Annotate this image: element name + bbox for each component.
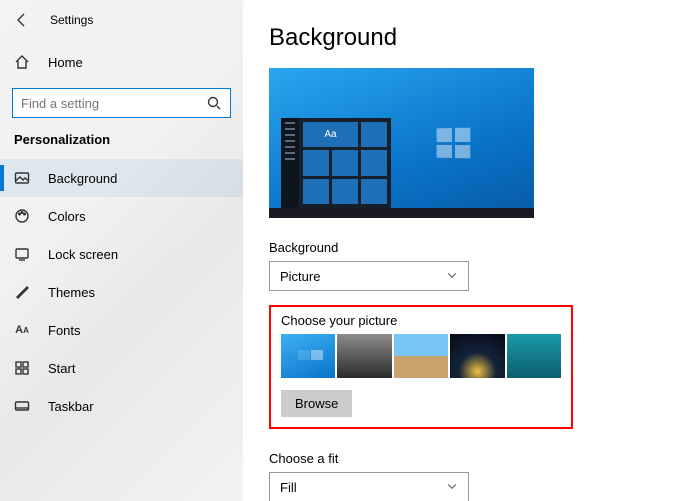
home-nav[interactable]: Home xyxy=(0,44,243,80)
section-label: Personalization xyxy=(0,128,243,159)
picture-thumb-1[interactable] xyxy=(281,334,335,378)
dropdown-value: Picture xyxy=(280,269,320,284)
app-title: Settings xyxy=(50,13,93,27)
nav-label: Themes xyxy=(48,285,95,300)
lock-screen-icon xyxy=(14,246,30,262)
nav-themes[interactable]: Themes xyxy=(0,273,243,311)
nav-label: Fonts xyxy=(48,323,81,338)
chevron-down-icon xyxy=(446,269,458,284)
nav-label: Start xyxy=(48,361,75,376)
search-input[interactable] xyxy=(21,96,206,111)
settings-header: Settings xyxy=(0,0,243,40)
picture-thumb-3[interactable] xyxy=(394,334,448,378)
palette-icon xyxy=(14,208,30,224)
choose-picture-label: Choose your picture xyxy=(281,313,561,328)
start-icon xyxy=(14,360,30,376)
windows-logo-icon xyxy=(437,128,471,159)
preview-tile-aa: Aa xyxy=(303,122,358,147)
search-icon xyxy=(206,95,222,111)
dropdown-value: Fill xyxy=(280,480,297,495)
home-label: Home xyxy=(48,55,83,70)
nav-start[interactable]: Start xyxy=(0,349,243,387)
picture-thumbnails xyxy=(281,334,561,378)
choose-picture-section: Choose your picture Browse xyxy=(269,305,573,429)
preview-taskbar xyxy=(269,208,534,218)
page-title: Background xyxy=(269,24,690,52)
background-dropdown[interactable]: Picture xyxy=(269,261,469,291)
nav-taskbar[interactable]: Taskbar xyxy=(0,387,243,425)
nav-colors[interactable]: Colors xyxy=(0,197,243,235)
nav-label: Colors xyxy=(48,209,86,224)
home-icon xyxy=(14,54,30,70)
nav-label: Lock screen xyxy=(48,247,118,262)
nav-label: Background xyxy=(48,171,117,186)
choose-fit-label: Choose a fit xyxy=(269,451,690,466)
themes-icon xyxy=(14,284,30,300)
fit-dropdown[interactable]: Fill xyxy=(269,472,469,501)
fonts-icon: AA xyxy=(14,322,30,338)
picture-icon xyxy=(14,170,30,186)
picture-thumb-5[interactable] xyxy=(507,334,561,378)
background-preview: Aa xyxy=(269,68,534,218)
sidebar: Settings Home Personalization Background… xyxy=(0,0,243,501)
picture-thumb-4[interactable] xyxy=(450,334,504,378)
nav-lock-screen[interactable]: Lock screen xyxy=(0,235,243,273)
browse-button[interactable]: Browse xyxy=(281,390,352,417)
background-label: Background xyxy=(269,240,690,255)
chevron-down-icon xyxy=(446,480,458,495)
preview-start-menu: Aa xyxy=(281,118,391,208)
taskbar-icon xyxy=(14,398,30,414)
nav-label: Taskbar xyxy=(48,399,94,414)
search-box[interactable] xyxy=(12,88,231,118)
back-icon[interactable] xyxy=(14,12,30,28)
picture-thumb-2[interactable] xyxy=(337,334,391,378)
nav-background[interactable]: Background xyxy=(0,159,243,197)
nav-fonts[interactable]: AA Fonts xyxy=(0,311,243,349)
main-content: Background Aa Background Picture Choose … xyxy=(243,0,690,501)
